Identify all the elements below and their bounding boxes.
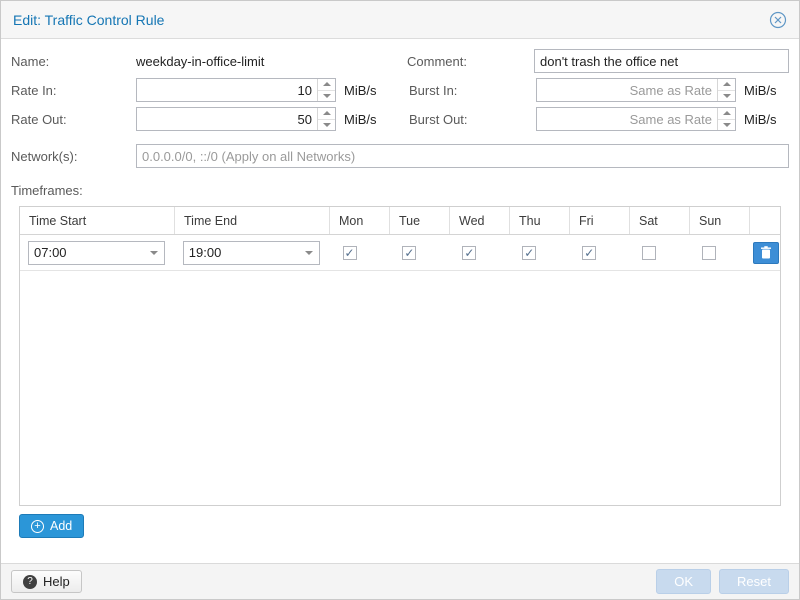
rate-in-field xyxy=(136,78,336,102)
spinner-up-button[interactable] xyxy=(318,108,335,119)
chevron-down-icon xyxy=(150,251,158,255)
spinner-up-button[interactable] xyxy=(718,79,735,90)
combo-trigger-button[interactable] xyxy=(144,242,164,264)
burst-in-spinners xyxy=(717,79,735,101)
burst-in-label: Burst In: xyxy=(409,83,536,98)
col-header-fri: Fri xyxy=(570,207,630,234)
networks-label: Network(s): xyxy=(11,149,136,164)
time-end-input[interactable] xyxy=(184,242,299,264)
burst-out-unit: MiB/s xyxy=(744,112,777,127)
chevron-up-icon xyxy=(723,111,731,115)
close-icon[interactable] xyxy=(769,11,787,29)
burst-out-label: Burst Out: xyxy=(409,112,536,127)
col-header-time-start: Time Start xyxy=(20,207,175,234)
fri-checkbox[interactable] xyxy=(582,246,596,260)
comment-input[interactable] xyxy=(534,49,789,73)
chevron-down-icon xyxy=(723,123,731,127)
rate-in-input[interactable] xyxy=(137,79,317,101)
time-start-input[interactable] xyxy=(29,242,144,264)
dialog-body: Name: weekday-in-office-limit Comment: R… xyxy=(1,39,799,563)
edit-traffic-control-rule-dialog: Edit: Traffic Control Rule Name: weekday… xyxy=(0,0,800,600)
networks-input[interactable] xyxy=(136,144,789,168)
mon-checkbox[interactable] xyxy=(343,246,357,260)
col-header-tue: Tue xyxy=(390,207,450,234)
thu-checkbox[interactable] xyxy=(522,246,536,260)
chevron-down-icon xyxy=(723,94,731,98)
burst-in-input[interactable] xyxy=(537,79,717,101)
trash-icon xyxy=(760,246,772,259)
col-header-wed: Wed xyxy=(450,207,510,234)
timeframes-table: Time Start Time End Mon Tue Wed Thu Fri … xyxy=(19,206,781,506)
burst-out-spinners xyxy=(717,108,735,130)
time-end-combobox xyxy=(183,241,320,265)
col-header-mon: Mon xyxy=(330,207,390,234)
spinner-down-button[interactable] xyxy=(318,119,335,131)
chevron-down-icon xyxy=(323,123,331,127)
col-header-actions xyxy=(750,207,780,234)
rate-out-label: Rate Out: xyxy=(11,112,136,127)
delete-row-button[interactable] xyxy=(753,242,779,264)
tue-checkbox[interactable] xyxy=(402,246,416,260)
timeframes-label: Timeframes: xyxy=(11,183,789,198)
plus-icon: + xyxy=(31,520,44,533)
dialog-title: Edit: Traffic Control Rule xyxy=(13,12,164,28)
dialog-titlebar: Edit: Traffic Control Rule xyxy=(1,1,799,39)
time-start-combobox xyxy=(28,241,165,265)
dialog-footer: ? Help OK Reset xyxy=(1,563,799,599)
reset-button[interactable]: Reset xyxy=(719,569,789,594)
col-header-sat: Sat xyxy=(630,207,690,234)
burst-out-field xyxy=(536,107,736,131)
chevron-up-icon xyxy=(323,111,331,115)
name-value: weekday-in-office-limit xyxy=(136,54,264,69)
sat-checkbox[interactable] xyxy=(642,246,656,260)
burst-in-field xyxy=(536,78,736,102)
timeframes-table-header: Time Start Time End Mon Tue Wed Thu Fri … xyxy=(20,207,780,235)
add-button-label: Add xyxy=(50,519,72,533)
combo-trigger-button[interactable] xyxy=(299,242,319,264)
rate-out-field xyxy=(136,107,336,131)
chevron-up-icon xyxy=(323,82,331,86)
col-header-thu: Thu xyxy=(510,207,570,234)
add-button[interactable]: + Add xyxy=(19,514,84,538)
rate-out-spinners xyxy=(317,108,335,130)
spinner-up-button[interactable] xyxy=(318,79,335,90)
rate-out-input[interactable] xyxy=(137,108,317,130)
spinner-up-button[interactable] xyxy=(718,108,735,119)
name-label: Name: xyxy=(11,54,136,69)
ok-button[interactable]: OK xyxy=(656,569,711,594)
chevron-up-icon xyxy=(723,82,731,86)
burst-out-input[interactable] xyxy=(537,108,717,130)
timeframe-row xyxy=(20,235,780,271)
rate-in-label: Rate In: xyxy=(11,83,136,98)
rate-out-unit: MiB/s xyxy=(344,112,377,127)
help-icon: ? xyxy=(23,575,37,589)
help-button[interactable]: ? Help xyxy=(11,570,82,593)
comment-label: Comment: xyxy=(407,54,534,69)
wed-checkbox[interactable] xyxy=(462,246,476,260)
rate-in-unit: MiB/s xyxy=(344,83,377,98)
spinner-down-button[interactable] xyxy=(718,119,735,131)
help-button-label: Help xyxy=(43,574,70,589)
spinner-down-button[interactable] xyxy=(718,90,735,102)
sun-checkbox[interactable] xyxy=(702,246,716,260)
rate-in-spinners xyxy=(317,79,335,101)
spinner-down-button[interactable] xyxy=(318,90,335,102)
chevron-down-icon xyxy=(305,251,313,255)
col-header-sun: Sun xyxy=(690,207,750,234)
chevron-down-icon xyxy=(323,94,331,98)
col-header-time-end: Time End xyxy=(175,207,330,234)
burst-in-unit: MiB/s xyxy=(744,83,777,98)
